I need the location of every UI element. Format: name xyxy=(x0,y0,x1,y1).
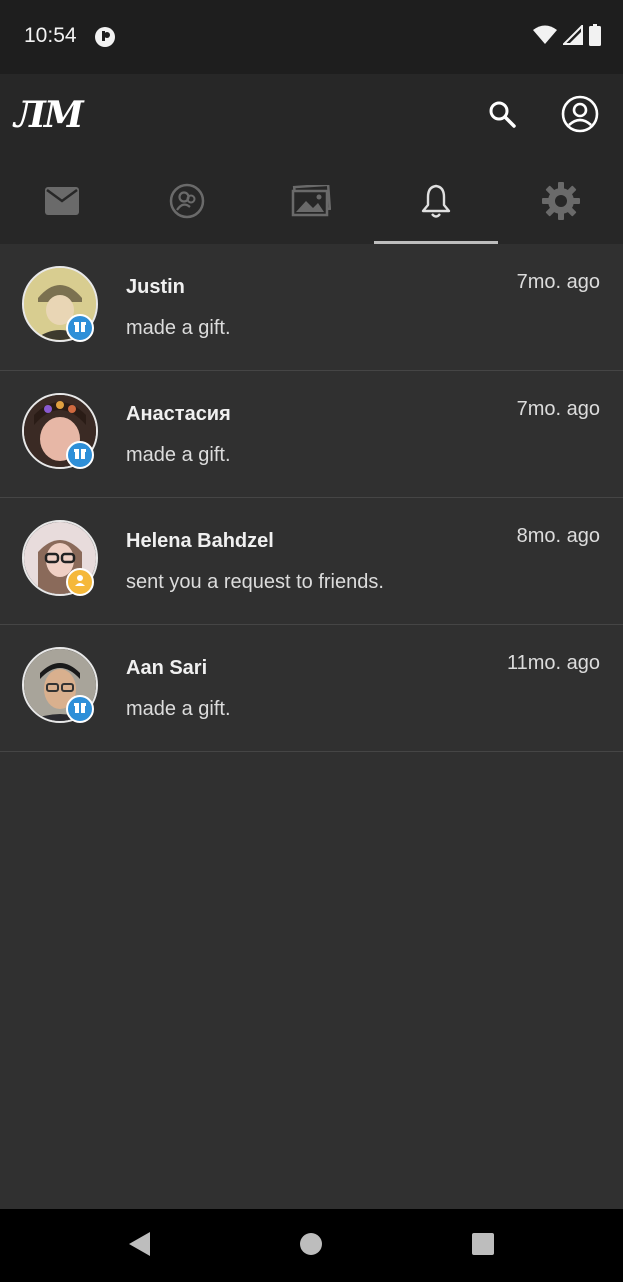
tab-photos[interactable] xyxy=(249,162,374,244)
sender-name: Justin xyxy=(126,276,185,298)
tab-messages[interactable] xyxy=(0,162,125,244)
notification-time: 7mo. ago xyxy=(516,398,600,420)
gift-icon xyxy=(73,319,87,338)
tab-bar xyxy=(0,162,623,244)
back-button[interactable] xyxy=(122,1229,156,1263)
system-navigation-bar xyxy=(0,1209,623,1282)
wifi-icon xyxy=(533,25,557,50)
notification-text: made a gift. xyxy=(126,444,231,466)
app-logo[interactable]: ЛМ xyxy=(14,94,84,136)
tab-settings[interactable] xyxy=(498,162,623,244)
bell-icon xyxy=(419,183,453,224)
search-icon xyxy=(487,99,517,134)
gift-badge xyxy=(66,314,94,342)
gift-icon xyxy=(73,700,87,719)
gift-icon xyxy=(73,446,87,465)
home-button[interactable] xyxy=(294,1229,328,1263)
notification-item[interactable]: Aan Sari made a gift. 11mo. ago xyxy=(0,625,623,752)
recents-icon xyxy=(470,1231,496,1262)
mail-icon xyxy=(45,186,80,220)
sender-name: Helena Bahdzel xyxy=(126,530,274,552)
notification-item[interactable]: Justin made a gift. 7mo. ago xyxy=(0,244,623,371)
notification-item[interactable]: Анастасия made a gift. 7mo. ago xyxy=(0,371,623,498)
sender-name: Aan Sari xyxy=(126,657,208,679)
back-icon xyxy=(126,1230,152,1263)
status-time: 10:54 xyxy=(24,24,77,47)
tab-notifications[interactable] xyxy=(373,162,499,244)
gift-badge xyxy=(66,441,94,469)
account-icon xyxy=(561,95,599,138)
battery-icon xyxy=(589,23,601,51)
status-bar: 10:54 xyxy=(0,0,623,74)
account-button[interactable] xyxy=(560,95,600,138)
gift-badge xyxy=(66,695,94,723)
cell-signal-icon xyxy=(561,23,583,50)
notification-time: 8mo. ago xyxy=(516,525,600,547)
notification-text: made a gift. xyxy=(126,698,231,720)
friends-icon xyxy=(169,183,205,224)
friend-request-icon xyxy=(73,573,87,592)
friend-request-badge xyxy=(66,568,94,596)
notification-time: 11mo. ago xyxy=(506,652,600,674)
app-notification-icon xyxy=(94,26,116,48)
notification-text: made a gift. xyxy=(126,317,231,339)
notification-item[interactable]: Helena Bahdzel sent you a request to fri… xyxy=(0,498,623,625)
recents-button[interactable] xyxy=(466,1229,500,1263)
gear-icon xyxy=(541,181,581,226)
home-icon xyxy=(298,1231,324,1262)
photos-icon xyxy=(291,182,332,222)
notification-time: 7mo. ago xyxy=(516,271,600,293)
search-button[interactable] xyxy=(484,98,520,134)
notification-text: sent you a request to friends. xyxy=(126,571,384,593)
tab-friends[interactable] xyxy=(125,162,250,244)
app-bar: ЛМ xyxy=(0,74,623,162)
sender-name: Анастасия xyxy=(126,403,231,425)
notification-list: Justin made a gift. 7mo. ago Анастасия m… xyxy=(0,244,623,752)
